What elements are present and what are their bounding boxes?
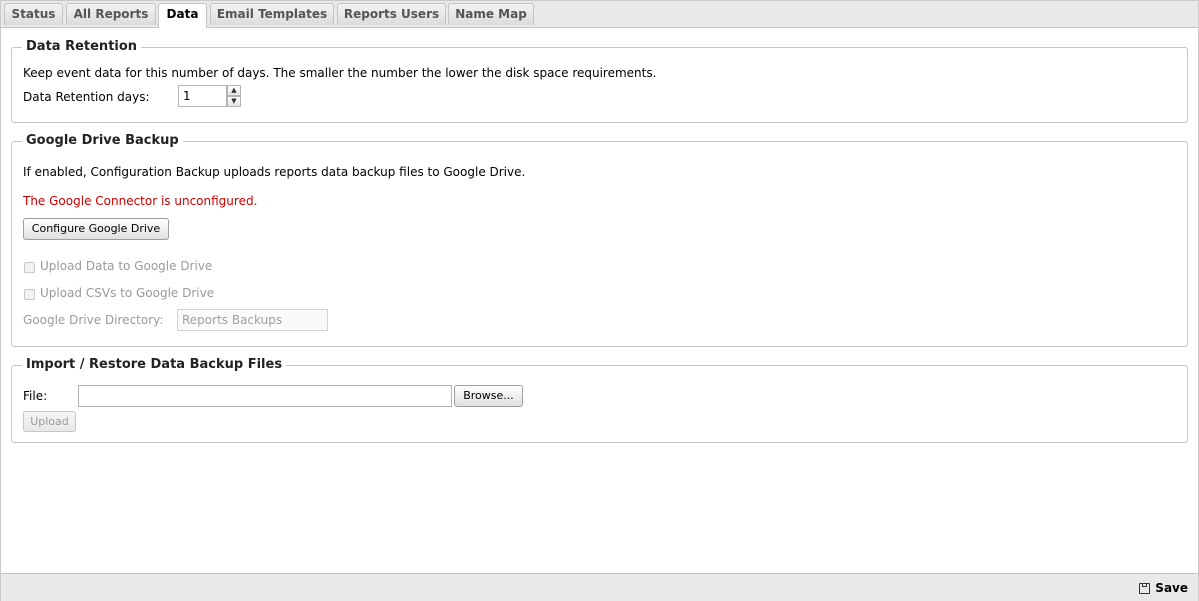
- data-retention-legend: Data Retention: [22, 39, 142, 55]
- browse-button[interactable]: Browse...: [454, 385, 523, 407]
- reports-settings-panel: Status All Reports Data Email Templates …: [0, 0, 1199, 601]
- google-connector-warning: The Google Connector is unconfigured.: [23, 194, 258, 208]
- upload-button[interactable]: Upload: [23, 411, 76, 432]
- google-drive-backup-legend: Google Drive Backup: [22, 133, 183, 149]
- google-drive-directory-label: Google Drive Directory:: [23, 313, 164, 327]
- upload-csvs-checkbox[interactable]: [24, 289, 35, 300]
- tab-all-reports[interactable]: All Reports: [66, 3, 156, 25]
- tab-data[interactable]: Data: [158, 3, 207, 28]
- upload-data-label: Upload Data to Google Drive: [40, 259, 213, 273]
- floppy-disk-icon: [1139, 583, 1151, 594]
- tab-name-map[interactable]: Name Map: [448, 3, 534, 25]
- data-retention-days-label: Data Retention days:: [23, 90, 150, 104]
- upload-data-checkbox[interactable]: [24, 262, 35, 273]
- footer-bar: Save: [1, 573, 1198, 601]
- tab-status[interactable]: Status: [4, 3, 63, 25]
- tab-bar: Status All Reports Data Email Templates …: [1, 1, 1198, 28]
- data-retention-days-input[interactable]: 1: [178, 85, 227, 107]
- save-button[interactable]: Save: [1139, 579, 1188, 597]
- import-restore-legend: Import / Restore Data Backup Files: [22, 357, 287, 373]
- data-retention-section: Data Retention Keep event data for this …: [11, 39, 1188, 123]
- spinner-down-icon[interactable]: ▼: [227, 96, 241, 107]
- upload-csvs-label: Upload CSVs to Google Drive: [40, 286, 215, 300]
- data-retention-description: Keep event data for this number of days.…: [23, 66, 657, 80]
- import-restore-section: Import / Restore Data Backup Files File:…: [11, 357, 1188, 443]
- tab-email-templates[interactable]: Email Templates: [210, 3, 334, 25]
- google-drive-description: If enabled, Configuration Backup uploads…: [23, 165, 526, 179]
- spinner-up-icon[interactable]: ▲: [227, 85, 241, 96]
- tab-reports-users[interactable]: Reports Users: [337, 3, 446, 25]
- file-path-input[interactable]: [78, 385, 452, 407]
- google-drive-directory-input[interactable]: Reports Backups: [177, 309, 328, 331]
- google-drive-backup-section: Google Drive Backup If enabled, Configur…: [11, 133, 1188, 347]
- save-label: Save: [1155, 581, 1188, 595]
- configure-google-drive-button[interactable]: Configure Google Drive: [23, 218, 169, 240]
- file-label: File:: [23, 389, 48, 403]
